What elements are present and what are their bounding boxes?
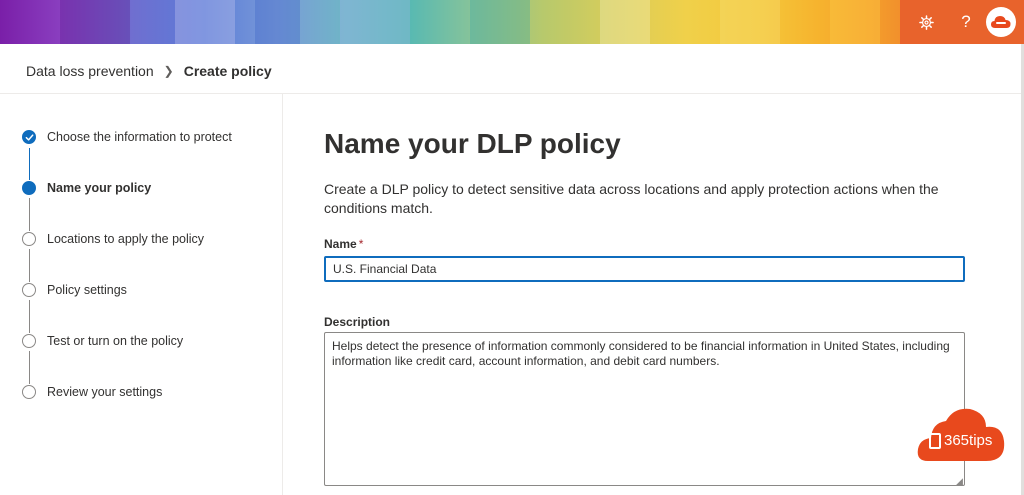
step-label: Name your policy [47, 181, 152, 195]
name-label-text: Name [324, 237, 357, 251]
banner-tile [340, 0, 410, 44]
watermark-text: 365tips [944, 432, 993, 449]
resize-grip-icon[interactable]: ◢ [956, 476, 963, 487]
banner-tile [830, 0, 880, 44]
step-label: Review your settings [47, 385, 163, 399]
name-field-label: Name * [324, 237, 363, 251]
cloud-icon [991, 16, 1011, 28]
wizard-step-policy-settings[interactable]: Policy settings [22, 280, 127, 300]
current-step-icon [22, 181, 36, 195]
wizard-steps: Choose the information to protect Name y… [0, 94, 283, 495]
wizard-step-test-or-turn-on[interactable]: Test or turn on the policy [22, 331, 183, 351]
checkmark-icon [22, 130, 36, 144]
wizard-step-locations[interactable]: Locations to apply the policy [22, 229, 204, 249]
step-connector [28, 249, 30, 282]
wizard-step-name-policy[interactable]: Name your policy [22, 178, 151, 198]
page-description: Create a DLP policy to detect sensitive … [324, 181, 939, 216]
settings-button[interactable] [906, 0, 946, 44]
wizard-step-choose-information[interactable]: Choose the information to protect [22, 127, 232, 147]
banner-tile [600, 0, 650, 44]
required-marker: * [358, 237, 364, 251]
top-banner: ? [0, 0, 1024, 44]
description-textarea[interactable]: Helps detect the presence of information… [324, 332, 965, 486]
step-connector [28, 351, 30, 384]
banner-tile [470, 0, 530, 44]
pending-step-icon [22, 232, 36, 246]
step-connector [28, 300, 30, 333]
banner-tile [60, 0, 130, 44]
wizard-step-review[interactable]: Review your settings [22, 382, 162, 402]
gear-icon [918, 14, 934, 30]
description-field-label: Description [324, 315, 391, 329]
banner-tile [255, 0, 300, 44]
chevron-right-icon: ❯ [163, 64, 174, 78]
help-button[interactable]: ? [946, 0, 986, 44]
banner-tile [720, 0, 780, 44]
step-label: Locations to apply the policy [47, 232, 205, 246]
step-label: Choose the information to protect [47, 130, 232, 144]
page-title: Name your DLP policy [324, 128, 621, 159]
breadcrumb-current: Create policy [183, 63, 272, 79]
step-label: Policy settings [47, 283, 127, 297]
help-icon: ? [961, 12, 971, 31]
breadcrumb: Data loss prevention ❯ Create policy [26, 61, 272, 81]
breadcrumb-root-link[interactable]: Data loss prevention [26, 63, 154, 79]
pending-step-icon [22, 334, 36, 348]
step-connector [28, 148, 30, 180]
header-actions: ? [900, 0, 1024, 44]
watermark-logo: 365tips [914, 405, 1006, 463]
name-input[interactable] [324, 256, 965, 282]
step-label: Test or turn on the policy [47, 334, 184, 348]
pending-step-icon [22, 283, 36, 297]
pending-step-icon [22, 385, 36, 399]
banner-tile [175, 0, 235, 44]
step-connector [28, 198, 30, 231]
avatar[interactable] [986, 7, 1016, 37]
